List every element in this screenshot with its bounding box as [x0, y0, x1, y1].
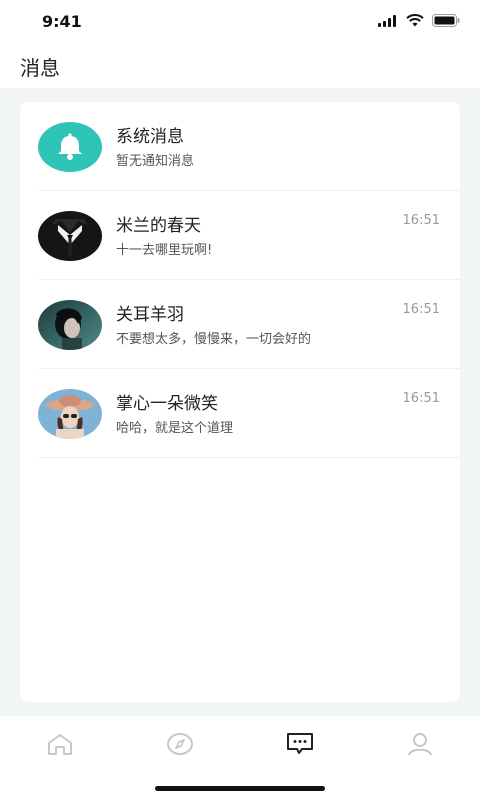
message-list: 系统消息 暂无通知消息 米兰的春天 十一去哪里玩啊! 16:51 关耳羊羽 不要… [20, 102, 460, 702]
status-time: 9:41 [42, 12, 82, 31]
avatar-portrait-image [38, 300, 102, 350]
compass-icon [167, 733, 193, 755]
bell-icon [38, 122, 102, 172]
message-name: 系统消息 [116, 127, 184, 147]
message-time: 16:51 [402, 213, 440, 228]
wifi-icon [406, 14, 424, 27]
signal-icon [378, 14, 396, 27]
divider [38, 457, 460, 458]
avatar [38, 389, 102, 439]
page-title: 消息 [20, 56, 60, 80]
battery-icon [432, 14, 460, 27]
message-preview: 哈哈，就是这个道理 [116, 421, 234, 436]
tab-discover[interactable] [160, 728, 200, 760]
message-name: 关耳羊羽 [116, 305, 184, 325]
avatar-hat-image [38, 389, 102, 439]
message-preview: 不要想太多，慢慢来，一切会好的 [116, 332, 312, 347]
tab-profile[interactable] [400, 728, 440, 760]
avatar-suit-image [38, 211, 102, 261]
list-item-system-message[interactable]: 系统消息 暂无通知消息 [20, 102, 460, 191]
profile-icon [408, 733, 432, 756]
list-item-chat[interactable]: 掌心一朵微笑 哈哈，就是这个道理 16:51 [20, 369, 460, 458]
avatar [38, 122, 102, 172]
list-item-chat[interactable]: 米兰的春天 十一去哪里玩啊! 16:51 [20, 191, 460, 280]
message-preview: 暂无通知消息 [116, 154, 195, 169]
tab-messages[interactable] [280, 728, 320, 760]
tab-home[interactable] [40, 728, 80, 760]
home-icon [48, 734, 72, 755]
message-preview: 十一去哪里玩啊! [116, 243, 213, 258]
home-indicator [155, 786, 325, 791]
message-name: 掌心一朵微笑 [116, 394, 218, 414]
message-time: 16:51 [402, 391, 440, 406]
list-item-chat[interactable]: 关耳羊羽 不要想太多，慢慢来，一切会好的 16:51 [20, 280, 460, 369]
message-time: 16:51 [402, 302, 440, 317]
chat-icon [287, 733, 313, 754]
status-bar: 9:41 [0, 0, 480, 44]
status-icons [378, 14, 460, 27]
header: 消息 [0, 44, 480, 88]
avatar [38, 211, 102, 261]
avatar [38, 300, 102, 350]
message-name: 米兰的春天 [116, 216, 201, 236]
